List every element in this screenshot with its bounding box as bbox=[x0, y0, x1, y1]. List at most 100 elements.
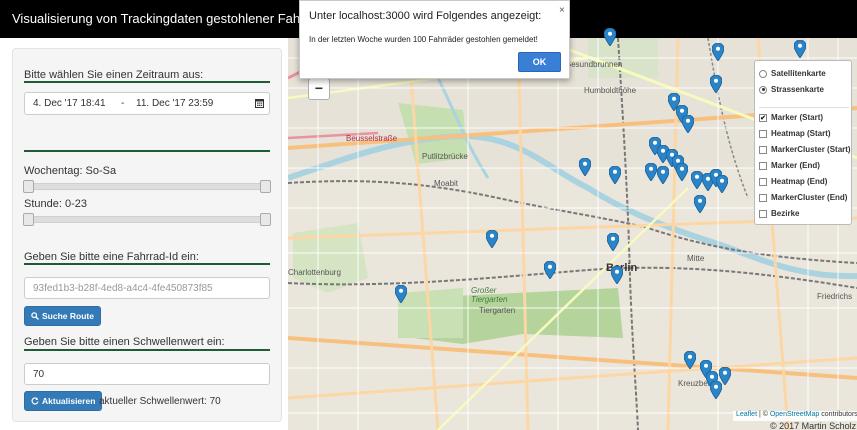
map-marker-icon[interactable] bbox=[710, 75, 722, 93]
map-marker-icon[interactable] bbox=[794, 40, 806, 58]
overlay-label: Bezirke bbox=[771, 209, 800, 218]
leaflet-link[interactable]: Leaflet bbox=[736, 411, 757, 418]
hour-slider[interactable] bbox=[23, 213, 271, 226]
map-label: Charlottenburg bbox=[288, 268, 341, 277]
map-label: Gesundbrunnen bbox=[565, 60, 623, 69]
map-attribution: Leaflet | © OpenStreetMap contributors bbox=[733, 411, 857, 421]
overlay-label: MarkerCluster (End) bbox=[771, 193, 848, 202]
sidebar-panel: Bitte wählen Sie einen Zeitraum aus: 4. … bbox=[12, 48, 282, 422]
map-marker-icon[interactable] bbox=[604, 28, 616, 46]
checkbox-icon[interactable] bbox=[759, 145, 767, 154]
map-marker-icon[interactable] bbox=[676, 163, 688, 181]
overlay-label: MarkerCluster (Start) bbox=[771, 145, 851, 154]
map-label: Tiergarten bbox=[479, 306, 516, 315]
overlay-bezirke[interactable]: Bezirke bbox=[759, 209, 799, 218]
search-icon bbox=[31, 312, 39, 320]
overlay-label: Heatmap (End) bbox=[771, 177, 828, 186]
refresh-button[interactable]: Aktualisieren bbox=[24, 391, 103, 411]
layer-street[interactable]: Strassenkarte bbox=[759, 85, 824, 94]
timerange-label: Bitte wählen Sie einen Zeitraum aus: bbox=[24, 69, 204, 81]
layer-label: Satellitenkarte bbox=[771, 69, 826, 78]
threshold-label: Geben Sie bitte einen Schwellenwert ein: bbox=[24, 336, 225, 348]
layer-satellite[interactable]: Satellitenkarte bbox=[759, 69, 826, 78]
overlay-markercluster-start[interactable]: MarkerCluster (Start) bbox=[759, 145, 851, 154]
layer-separator bbox=[759, 107, 849, 108]
map-marker-icon[interactable] bbox=[544, 261, 556, 279]
map-marker-icon[interactable] bbox=[579, 158, 591, 176]
map-marker-icon[interactable] bbox=[710, 381, 722, 399]
date-start: 4. Dec '17 18:41 bbox=[33, 98, 106, 109]
checkbox-checked-icon[interactable]: ✔ bbox=[759, 113, 767, 122]
ok-button[interactable]: OK bbox=[518, 52, 561, 72]
map-marker-icon[interactable] bbox=[645, 163, 657, 181]
map-marker-icon[interactable] bbox=[486, 230, 498, 248]
map-marker-icon[interactable] bbox=[657, 166, 669, 184]
refresh-icon bbox=[31, 397, 39, 405]
calendar-icon[interactable] bbox=[255, 98, 264, 108]
map-marker-icon[interactable] bbox=[395, 285, 407, 303]
overlay-label: Heatmap (Start) bbox=[771, 129, 831, 138]
search-route-button-label: Suche Route bbox=[42, 311, 94, 321]
date-range-input[interactable]: 4. Dec '17 18:41 - 11. Dec '17 23:59 bbox=[24, 92, 270, 115]
date-end: 11. Dec '17 23:59 bbox=[136, 98, 214, 109]
dialog-title: Unter localhost:3000 wird Folgendes ange… bbox=[309, 10, 542, 22]
radio-icon[interactable] bbox=[759, 69, 767, 78]
weekday-slider-handle-max[interactable] bbox=[260, 180, 271, 193]
hour-label: Stunde: 0-23 bbox=[24, 198, 87, 210]
overlay-label: Marker (End) bbox=[771, 161, 820, 170]
map-marker-icon[interactable] bbox=[694, 195, 706, 213]
map-label: Mitte bbox=[687, 254, 705, 263]
checkbox-icon[interactable] bbox=[759, 161, 767, 170]
bike-id-label: Geben Sie bitte eine Fahrrad-Id ein: bbox=[24, 251, 199, 263]
layer-label: Strassenkarte bbox=[771, 85, 824, 94]
map-marker-icon[interactable] bbox=[611, 266, 623, 284]
copyright-text: © 2017 Martin Scholz bbox=[770, 421, 857, 430]
overlay-heatmap-start[interactable]: Heatmap (Start) bbox=[759, 129, 831, 138]
bike-id-input[interactable]: 93fed1b3-b28f-4ed8-a4c4-4fe450873f85 bbox=[24, 277, 270, 299]
checkbox-icon[interactable] bbox=[759, 209, 767, 218]
section-divider bbox=[24, 349, 270, 351]
attribution-separator: | © bbox=[757, 411, 770, 418]
checkbox-icon[interactable] bbox=[759, 177, 767, 186]
overlay-heatmap-end[interactable]: Heatmap (End) bbox=[759, 177, 827, 186]
section-divider bbox=[24, 81, 270, 83]
map-label: Beusselstraße bbox=[346, 134, 398, 143]
hour-slider-handle-max[interactable] bbox=[260, 213, 271, 226]
hour-slider-handle-min[interactable] bbox=[23, 213, 34, 226]
section-divider bbox=[24, 150, 270, 152]
overlay-marker-end[interactable]: Marker (End) bbox=[759, 161, 820, 170]
checkbox-icon[interactable] bbox=[759, 193, 767, 202]
current-threshold-text: aktueller Schwellenwert: 70 bbox=[99, 396, 221, 407]
page-title: Visualisierung von Trackingdaten gestohl… bbox=[12, 11, 335, 26]
search-route-button[interactable]: Suche Route bbox=[24, 306, 101, 326]
overlay-label: Marker (Start) bbox=[771, 113, 824, 122]
zoom-out-button[interactable]: − bbox=[308, 78, 330, 100]
overlay-marker-start[interactable]: ✔ Marker (Start) bbox=[759, 113, 823, 122]
date-separator: - bbox=[121, 98, 125, 109]
map-marker-icon[interactable] bbox=[716, 175, 728, 193]
layer-control: Satellitenkarte Strassenkarte ✔ Marker (… bbox=[754, 60, 852, 225]
close-icon[interactable]: × bbox=[559, 5, 565, 16]
map-label: Friedrichs bbox=[817, 292, 853, 301]
weekday-slider[interactable] bbox=[23, 180, 271, 193]
map-marker-icon[interactable] bbox=[607, 233, 619, 251]
app-window: Visualisierung von Trackingdaten gestohl… bbox=[0, 0, 857, 430]
osm-link[interactable]: OpenStreetMap bbox=[770, 411, 819, 418]
checkbox-icon[interactable] bbox=[759, 129, 767, 138]
refresh-button-label: Aktualisieren bbox=[42, 396, 96, 406]
weekday-slider-handle-min[interactable] bbox=[23, 180, 34, 193]
attribution-contributors: contributors bbox=[819, 411, 857, 418]
threshold-input[interactable]: 70 bbox=[24, 363, 270, 385]
map-marker-icon[interactable] bbox=[712, 43, 724, 61]
dialog-message: In der letzten Woche wurden 100 Fahrräde… bbox=[309, 35, 538, 44]
map-marker-icon[interactable] bbox=[684, 351, 696, 369]
map-label: Putlitzbrücke bbox=[422, 152, 468, 161]
map-label: Moabit bbox=[434, 179, 459, 188]
weekday-label: Wochentag: So-Sa bbox=[24, 165, 117, 177]
radio-selected-icon[interactable] bbox=[759, 85, 767, 94]
map-marker-icon[interactable] bbox=[609, 166, 621, 184]
map-label: Großer Tiergarten bbox=[471, 286, 508, 304]
map-label: Humboldthöhe bbox=[584, 86, 637, 95]
map-marker-icon[interactable] bbox=[682, 115, 694, 133]
overlay-markercluster-end[interactable]: MarkerCluster (End) bbox=[759, 193, 847, 202]
